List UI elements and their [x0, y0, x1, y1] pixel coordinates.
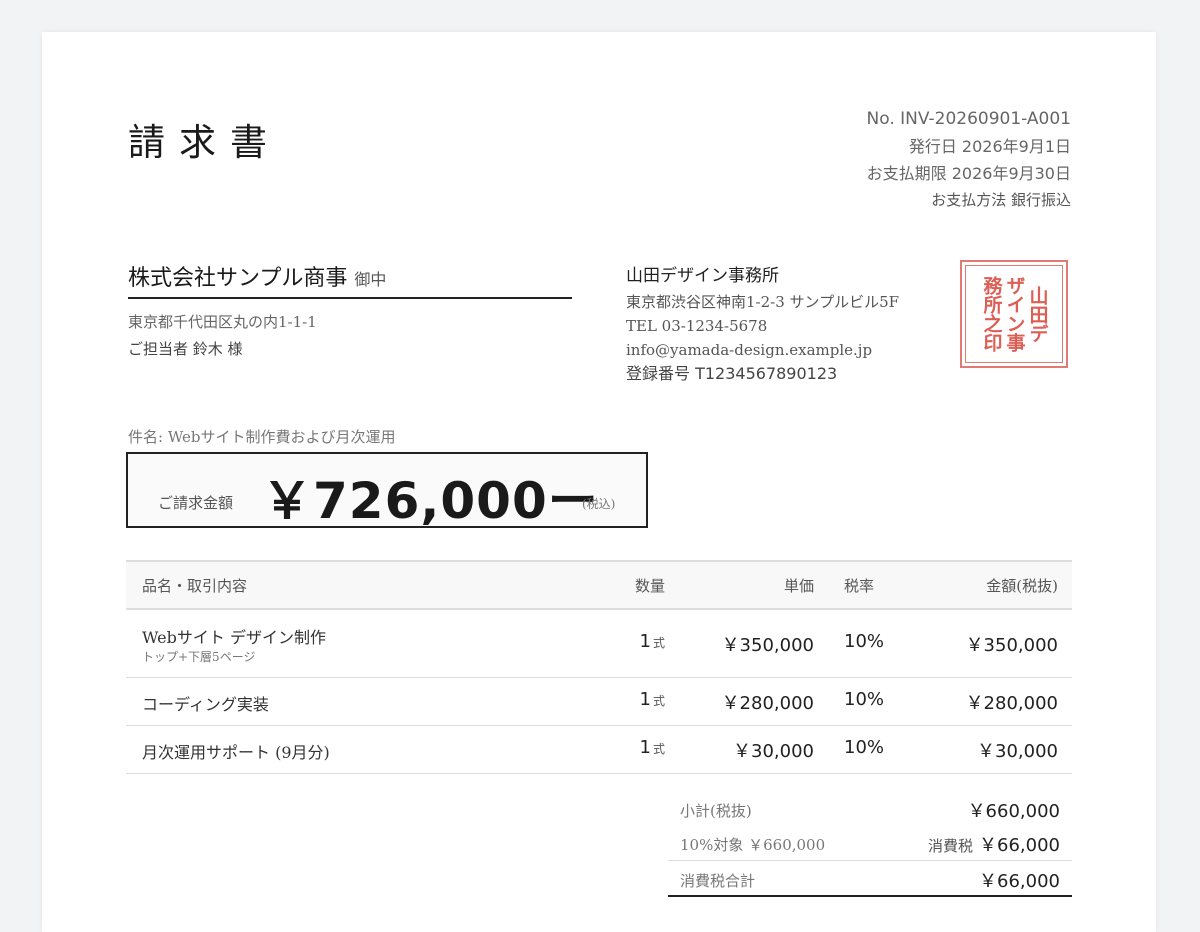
item-name: コーディング実装: [142, 695, 269, 714]
tax-row: 10%対象 ￥660,000 消費税 ￥66,000: [668, 826, 1072, 861]
invoice-paper: 請求書 No. INV-20260901-A001 発行日 2026年9月1日 …: [42, 32, 1156, 932]
item-qty-cell: 1式: [640, 689, 665, 710]
client-block: 株式会社サンプル商事 御中 東京都千代田区丸の内1-1-1 ご担当者 鈴木 様: [128, 260, 572, 358]
item-name-cell: Webサイト デザイン制作 トップ+下層5ページ: [142, 624, 326, 665]
table-row: Webサイト デザイン制作 トップ+下層5ページ 1式 ￥350,000 10%…: [126, 610, 1072, 678]
item-name-cell: コーディング実装: [142, 691, 269, 715]
item-unit-price: ￥30,000: [733, 741, 814, 762]
item-qty: 1: [639, 737, 651, 758]
client-underline: [128, 297, 572, 299]
invoice-subject: 件名: Webサイト制作費および月次運用: [128, 428, 396, 446]
stamp-inner: 山田デ ザイン事 務所之印: [965, 265, 1063, 363]
stamp-column-2: ザイン事: [1003, 276, 1026, 352]
taxable-amount-label: 10%対象 ￥660,000: [680, 836, 826, 854]
invoice-meta: No. INV-20260901-A001 発行日 2026年9月1日 お支払期…: [867, 106, 1072, 214]
item-unit-price: ￥350,000: [721, 635, 814, 656]
client-name-line: 株式会社サンプル商事 御中: [128, 260, 572, 292]
payment-method: お支払方法 銀行振込: [931, 191, 1071, 209]
item-unit-price: ￥280,000: [721, 693, 814, 714]
total-amount-box: ご請求金額 ￥726,000ー (税込): [126, 452, 648, 530]
client-name: 株式会社サンプル商事: [128, 266, 348, 291]
issuer-tel: TEL 03-1234-5678: [626, 317, 768, 335]
item-qty: 1: [639, 631, 651, 652]
issue-date: 発行日 2026年9月1日: [908, 137, 1071, 156]
item-unit: 式: [652, 694, 665, 708]
items-table: 品名・取引内容 数量 単価 税率 金額(税抜) Webサイト デザイン制作 トッ…: [126, 560, 1072, 774]
client-address: 東京都千代田区丸の内1-1-1: [128, 313, 317, 331]
item-name: Webサイト デザイン制作: [142, 628, 326, 647]
header-qty: 数量: [634, 577, 665, 595]
total-amount-value: ￥726,000ー: [262, 472, 599, 530]
issuer-block: 山田デザイン事務所 東京都渋谷区神南1-2-3 サンプルビル5F TEL 03-…: [626, 261, 899, 386]
item-unit: 式: [652, 636, 665, 650]
item-tax-rate: 10%: [844, 631, 885, 652]
client-suffix: 御中: [354, 270, 387, 289]
item-amount: ￥30,000: [977, 741, 1058, 762]
item-name: 月次運用サポート (9月分): [142, 743, 330, 762]
subtotal-row: 小計(税抜) ￥660,000: [668, 792, 1072, 826]
subtotal-label: 小計(税抜): [680, 802, 752, 820]
item-name-cell: 月次運用サポート (9月分): [142, 739, 330, 763]
table-row: コーディング実装 1式 ￥280,000 10% ￥280,000: [126, 678, 1072, 726]
item-tax-rate: 10%: [844, 737, 885, 758]
total-tax-note: (税込): [582, 497, 616, 511]
header-item-name: 品名・取引内容: [142, 577, 248, 595]
item-tax-rate: 10%: [844, 689, 885, 710]
tax-total-value: ￥66,000: [979, 871, 1060, 892]
header-amount: 金額(税抜): [986, 577, 1058, 595]
invoice-number: No. INV-20260901-A001: [866, 109, 1072, 129]
stamp-column-3: 務所之印: [980, 276, 1003, 352]
header-unit-price: 単価: [783, 577, 814, 595]
tax-total-row: 消費税合計 ￥66,000: [668, 861, 1072, 897]
totals-block: 小計(税抜) ￥660,000 10%対象 ￥660,000 消費税 ￥66,00…: [668, 792, 1072, 897]
issuer-registration: 登録番号 T1234567890123: [626, 364, 838, 383]
tax-value-cell: 消費税 ￥66,000: [928, 831, 1060, 857]
subtotal-value: ￥660,000: [967, 801, 1060, 822]
due-date: お支払期限 2026年9月30日: [866, 164, 1071, 183]
invoice-title: 請求書: [128, 121, 281, 164]
item-unit: 式: [652, 742, 665, 756]
issuer-address: 東京都渋谷区神南1-2-3 サンプルビル5F: [626, 293, 900, 311]
tax-label: 消費税: [928, 837, 974, 855]
item-qty-cell: 1式: [640, 737, 665, 758]
header-tax-rate: 税率: [844, 577, 875, 595]
client-contact: ご担当者 鈴木 様: [128, 340, 243, 358]
items-table-header: 品名・取引内容 数量 単価 税率 金額(税抜): [126, 560, 1072, 610]
item-amount: ￥280,000: [965, 693, 1058, 714]
item-qty: 1: [639, 689, 651, 710]
tax-value: ￥66,000: [979, 835, 1060, 856]
stamp-column-1: 山田デ: [1026, 285, 1049, 343]
issuer-name: 山田デザイン事務所: [626, 266, 779, 286]
item-note: トップ+下層5ページ: [142, 650, 256, 664]
company-seal-stamp: 山田デ ザイン事 務所之印: [960, 260, 1068, 368]
total-amount-label: ご請求金額: [158, 494, 234, 512]
tax-total-label: 消費税合計: [680, 872, 756, 890]
item-qty-cell: 1式: [640, 631, 665, 652]
item-amount: ￥350,000: [965, 635, 1058, 656]
issuer-email: info@yamada-design.example.jp: [626, 341, 873, 359]
table-row: 月次運用サポート (9月分) 1式 ￥30,000 10% ￥30,000: [126, 726, 1072, 774]
